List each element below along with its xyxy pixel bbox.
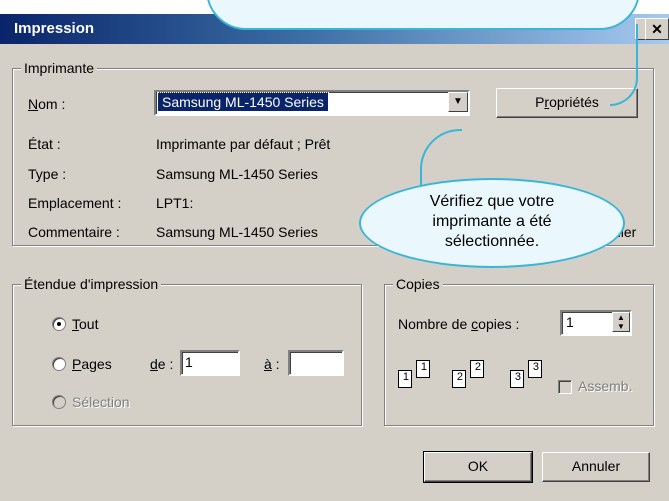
cancel-button-label: Annuler	[571, 458, 621, 474]
location-value: LPT1:	[156, 195, 194, 211]
collate-checkbox	[558, 380, 572, 394]
print-range-legend: Étendue d'impression	[21, 276, 162, 292]
status-value: Imprimante par défaut ; Prêt	[156, 136, 331, 152]
copies-legend: Copies	[393, 276, 443, 292]
chevron-down-icon: ▼	[453, 96, 463, 107]
close-icon: ✕	[651, 21, 663, 37]
window-title: Impression	[14, 20, 95, 37]
radio-all[interactable]	[52, 317, 66, 331]
copies-count-input[interactable]: 1 ▲ ▼	[560, 310, 632, 336]
printer-select-dropdown-button[interactable]: ▼	[448, 92, 468, 112]
close-button[interactable]: ✕	[645, 18, 669, 40]
copies-count-label: Nombre de copies :	[398, 316, 520, 332]
cancel-button[interactable]: Annuler	[542, 452, 650, 482]
page-icon-3b: 3	[528, 360, 542, 378]
spinner-down-icon[interactable]: ▼	[613, 322, 629, 331]
spinner-up-icon[interactable]: ▲	[613, 313, 629, 322]
copies-count-value: 1	[566, 314, 574, 330]
ok-button-label: OK	[467, 458, 489, 474]
status-label: État :	[28, 136, 61, 152]
top-callout-bubble	[206, 0, 640, 30]
from-input-value: 1	[185, 354, 193, 370]
radio-pages[interactable]	[52, 357, 66, 371]
printer-group-legend: Imprimante	[21, 60, 98, 76]
callout-line-3: sélectionnée.	[444, 233, 540, 250]
print-dialog: Impression ✕ Imprimante Nom : Samsung ML…	[0, 0, 669, 501]
page-icon-2b: 2	[470, 360, 484, 378]
comment-value: Samsung ML-1450 Series	[156, 224, 318, 240]
page-icon-1a: 1	[398, 370, 412, 388]
printer-select-value: Samsung ML-1450 Series	[157, 92, 329, 112]
radio-all-label[interactable]: Tout	[72, 316, 98, 332]
to-input[interactable]	[288, 350, 344, 376]
properties-button-label: Propriétés	[535, 94, 599, 110]
callout-bubble: Vérifiez que votre imprimante a été séle…	[359, 178, 625, 268]
type-label: Type :	[28, 166, 67, 182]
copies-spinner[interactable]: ▲ ▼	[612, 312, 630, 332]
from-label: de :	[150, 356, 174, 372]
location-label: Emplacement :	[28, 195, 122, 211]
callout-text: Vérifiez que votre imprimante a été séle…	[361, 192, 623, 252]
printer-select[interactable]: Samsung ML-1450 Series ▼	[154, 90, 470, 116]
from-input[interactable]: 1	[180, 350, 240, 376]
ok-button[interactable]: OK	[423, 451, 533, 483]
radio-selection	[52, 395, 66, 409]
page-icon-3a: 3	[510, 370, 524, 388]
collate-illustration: 1 1 2 2 3 3	[398, 356, 548, 406]
radio-selection-label: Sélection	[72, 394, 130, 410]
to-label: à :	[264, 356, 280, 372]
type-value: Samsung ML-1450 Series	[156, 166, 318, 182]
radio-pages-label[interactable]: Pages	[72, 356, 112, 372]
page-icon-2a: 2	[452, 370, 466, 388]
comment-label: Commentaire :	[28, 224, 120, 240]
callout-line-2: imprimante a été	[432, 213, 552, 230]
page-icon-1b: 1	[416, 360, 430, 378]
collate-label: Assemb.	[578, 378, 633, 394]
callout-line-1: Vérifiez que votre	[429, 193, 555, 210]
name-label: Nom :	[28, 96, 66, 112]
